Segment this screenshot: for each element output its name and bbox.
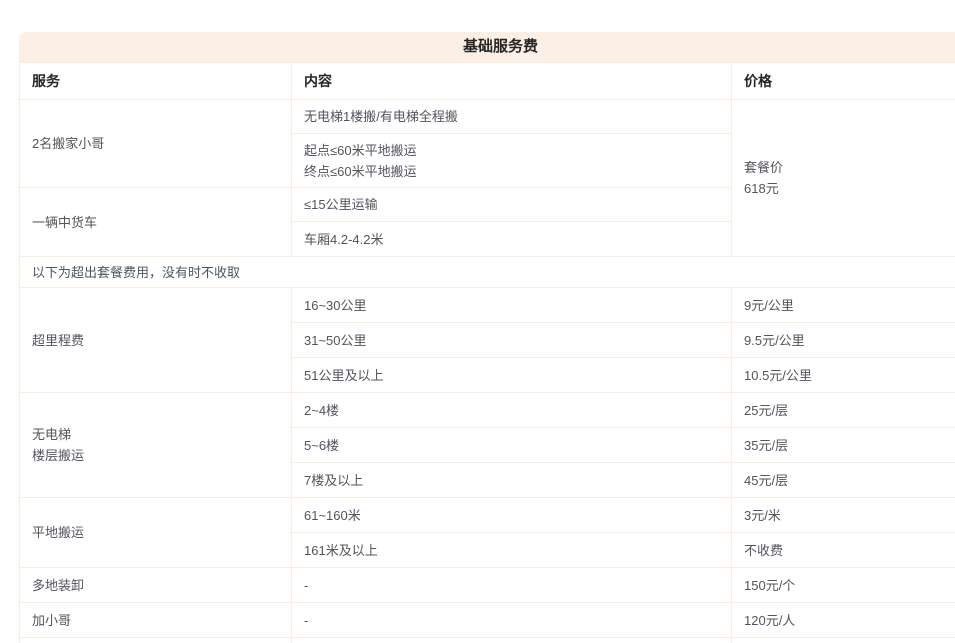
content-cell bbox=[732, 638, 955, 643]
table-row: 加小哥 - 120元/人 bbox=[20, 603, 955, 638]
content-cell bbox=[292, 638, 732, 643]
price-cell: 150元/个 bbox=[732, 568, 955, 603]
content-cell: 无电梯1楼搬/有电梯全程搬 bbox=[292, 100, 732, 134]
table-row: 平地搬运 61~160米 3元/米 bbox=[20, 498, 955, 533]
price-cell: 35元/层 bbox=[732, 428, 955, 463]
price-cell-package: 套餐价 618元 bbox=[732, 100, 955, 257]
service-cell-truck: 一辆中货车 bbox=[20, 188, 292, 257]
table-row: 多地装卸 - 150元/个 bbox=[20, 568, 955, 603]
content-cell: ≤15公里运输 bbox=[292, 188, 732, 222]
pricing-card: 基础服务费 服务 内容 价格 2名搬家小哥 无电梯1楼搬/有电梯全程搬 套餐价 … bbox=[19, 32, 955, 643]
price-cell: 10.5元/公里 bbox=[732, 358, 955, 393]
price-cell: 9元/公里 bbox=[732, 288, 955, 323]
service-cell-mileage: 超里程费 bbox=[20, 288, 292, 393]
price-cell: 45元/层 bbox=[732, 463, 955, 498]
table-row-cutoff bbox=[20, 638, 955, 643]
content-cell: - bbox=[292, 603, 732, 638]
service-cell-extra-mover: 加小哥 bbox=[20, 603, 292, 638]
table-row: 超里程费 16~30公里 9元/公里 bbox=[20, 288, 955, 323]
content-cell: 16~30公里 bbox=[292, 288, 732, 323]
price-cell: 9.5元/公里 bbox=[732, 323, 955, 358]
price-cell: 120元/人 bbox=[732, 603, 955, 638]
content-cell: 5~6楼 bbox=[292, 428, 732, 463]
price-cell: 不收费 bbox=[732, 533, 955, 568]
col-header-content: 内容 bbox=[292, 63, 732, 100]
column-header-row: 服务 内容 价格 bbox=[20, 63, 955, 100]
content-cell: 起点≤60米平地搬运 终点≤60米平地搬运 bbox=[292, 134, 732, 188]
content-cell bbox=[20, 638, 292, 643]
content-cell: 2~4楼 bbox=[292, 393, 732, 428]
service-cell-stairs: 无电梯 楼层搬运 bbox=[20, 393, 292, 498]
price-cell: 3元/米 bbox=[732, 498, 955, 533]
content-cell: - bbox=[292, 568, 732, 603]
service-cell-multi-stop: 多地装卸 bbox=[20, 568, 292, 603]
service-cell-flat: 平地搬运 bbox=[20, 498, 292, 568]
content-cell: 31~50公里 bbox=[292, 323, 732, 358]
content-cell: 61~160米 bbox=[292, 498, 732, 533]
content-cell: 7楼及以上 bbox=[292, 463, 732, 498]
table-row: 2名搬家小哥 无电梯1楼搬/有电梯全程搬 套餐价 618元 bbox=[20, 100, 955, 134]
service-cell-movers: 2名搬家小哥 bbox=[20, 100, 292, 188]
col-header-service: 服务 bbox=[20, 63, 292, 100]
page: 基础服务费 服务 内容 价格 2名搬家小哥 无电梯1楼搬/有电梯全程搬 套餐价 … bbox=[0, 0, 955, 643]
pricing-table: 服务 内容 价格 2名搬家小哥 无电梯1楼搬/有电梯全程搬 套餐价 618元 起… bbox=[19, 62, 955, 643]
table-row: 无电梯 楼层搬运 2~4楼 25元/层 bbox=[20, 393, 955, 428]
notice-row: 以下为超出套餐费用，没有时不收取 bbox=[20, 257, 955, 288]
content-cell: 车厢4.2-4.2米 bbox=[292, 222, 732, 257]
price-cell: 25元/层 bbox=[732, 393, 955, 428]
content-cell: 51公里及以上 bbox=[292, 358, 732, 393]
content-cell: 161米及以上 bbox=[292, 533, 732, 568]
col-header-price: 价格 bbox=[732, 63, 955, 100]
table-title: 基础服务费 bbox=[19, 32, 955, 62]
notice-text: 以下为超出套餐费用，没有时不收取 bbox=[20, 257, 955, 288]
